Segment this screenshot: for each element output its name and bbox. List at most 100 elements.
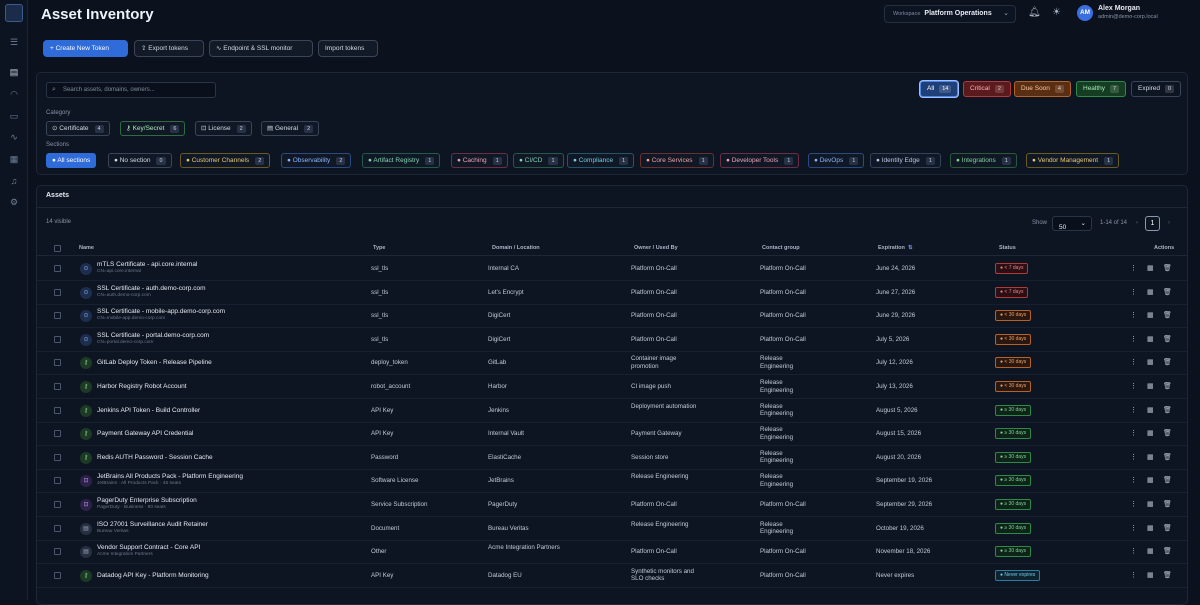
more-options-icon[interactable]: ⋮ <box>1130 571 1137 579</box>
import-tokens-button[interactable]: Import tokens <box>318 40 378 57</box>
table-row[interactable]: ⚷ GitLab Deploy Token - Release Pipeline d… <box>37 351 1187 376</box>
trash-icon[interactable]: 🗑︎ <box>1163 406 1172 414</box>
trash-icon[interactable]: 🗑︎ <box>1163 500 1172 508</box>
asset-name[interactable]: Vendor Support Contract - Core API <box>97 544 200 551</box>
more-options-icon[interactable]: ⋮ <box>1130 335 1137 343</box>
table-row[interactable]: ▤ Vendor Support Contract - Core API Acme … <box>37 540 1187 565</box>
col-domain[interactable]: Domain / Location <box>492 245 540 251</box>
trash-icon[interactable]: 🗑︎ <box>1163 524 1172 532</box>
archive-icon[interactable]: ▦ <box>8 153 20 165</box>
row-checkbox[interactable] <box>54 383 61 390</box>
asset-name[interactable]: Redis AUTH Password - Session Cache <box>97 454 213 461</box>
asset-name[interactable]: GitLab Deploy Token - Release Pipeline <box>97 359 212 366</box>
workspace-select[interactable]: Workspace Platform Operations ⌄ <box>884 5 1016 23</box>
activity-icon[interactable]: ∿ <box>8 131 20 143</box>
status-filter-all[interactable]: All 14 <box>920 81 959 97</box>
trash-icon[interactable]: 🗑︎ <box>1163 547 1172 555</box>
row-checkbox[interactable] <box>54 265 61 272</box>
trash-icon[interactable]: 🗑︎ <box>1163 335 1172 343</box>
trash-icon[interactable]: 🗑︎ <box>1163 571 1172 579</box>
calendar-icon[interactable]: ▦ <box>1147 500 1154 508</box>
category-chip-certificate[interactable]: ⊙ Certificate 4 <box>46 121 110 136</box>
row-checkbox[interactable] <box>54 453 61 461</box>
asset-name[interactable]: Jenkins API Token - Build Controller <box>97 407 200 414</box>
calendar-icon[interactable]: ▦ <box>1147 547 1154 555</box>
book-icon[interactable]: ▭ <box>8 110 20 122</box>
more-options-icon[interactable]: ⋮ <box>1130 264 1137 272</box>
more-options-icon[interactable]: ⋮ <box>1130 547 1137 555</box>
row-checkbox[interactable] <box>54 548 61 556</box>
calendar-icon[interactable]: ▦ <box>1147 264 1154 272</box>
col-expiration[interactable]: Expiration <box>878 245 905 251</box>
section-chip-artifact-registry[interactable]: ● Artifact Registry 1 <box>362 153 441 168</box>
more-options-icon[interactable]: ⋮ <box>1130 476 1137 484</box>
calendar-icon[interactable]: ▦ <box>1147 311 1154 319</box>
row-checkbox[interactable] <box>54 288 61 296</box>
more-options-icon[interactable]: ⋮ <box>1130 500 1137 508</box>
table-row[interactable]: ⊙ SSL Certificate - auth.demo-corp.com CN=… <box>37 281 1187 305</box>
page-button-1[interactable]: 1 <box>1145 216 1160 231</box>
database-icon[interactable]: ▤ <box>8 66 20 78</box>
section-chip-integrations[interactable]: ● Integrations 1 <box>950 153 1017 168</box>
table-row[interactable]: ⊙ SSL Certificate - portal.demo-corp.com C… <box>37 328 1187 352</box>
status-filter-healthy[interactable]: Healthy 7 <box>1076 81 1127 97</box>
trash-icon[interactable]: 🗑︎ <box>1163 264 1172 272</box>
asset-name[interactable]: SSL Certificate - auth.demo-corp.com <box>97 285 206 292</box>
row-checkbox[interactable] <box>54 430 61 438</box>
gauge-icon[interactable]: ◠ <box>8 88 20 100</box>
prev-page-icon[interactable]: ‹ <box>1136 220 1138 226</box>
table-row[interactable]: ▤ ISO 27001 Surveillance Audit Retainer Bu… <box>37 517 1187 541</box>
theme-sun-icon[interactable]: ☀ <box>1052 7 1061 18</box>
row-checkbox[interactable] <box>54 571 61 579</box>
section-chip-caching[interactable]: ● Caching 1 <box>451 153 508 168</box>
section-chip-core-services[interactable]: ● Core Services 1 <box>640 153 714 168</box>
section-chip-all[interactable]: ● All sections <box>46 153 97 168</box>
section-chip-devops[interactable]: ● DevOps 1 <box>808 153 865 168</box>
more-options-icon[interactable]: ⋮ <box>1130 453 1137 461</box>
col-status[interactable]: Status <box>999 245 1016 251</box>
row-checkbox[interactable] <box>54 501 61 508</box>
create-token-button[interactable]: + Create New Token <box>43 40 128 57</box>
asset-name[interactable]: SSL Certificate - portal.demo-corp.com <box>97 332 209 339</box>
trash-icon[interactable]: 🗑︎ <box>1163 429 1172 437</box>
notification-bell-icon[interactable]: 🔔︎ <box>1028 7 1041 18</box>
table-row[interactable]: ⊙ SSL Certificate - mobile-app.demo-corp.… <box>37 304 1187 329</box>
calendar-icon[interactable]: ▦ <box>1147 288 1154 296</box>
row-checkbox[interactable] <box>54 406 61 414</box>
asset-name[interactable]: Payment Gateway API Credential <box>97 430 193 437</box>
calendar-icon[interactable]: ▦ <box>1147 524 1154 532</box>
status-filter-expired[interactable]: Expired 0 <box>1131 81 1182 97</box>
section-chip-no-section[interactable]: ● No section 0 <box>108 153 172 168</box>
asset-name[interactable]: ISO 27001 Surveillance Audit Retainer <box>97 521 208 528</box>
trash-icon[interactable]: 🗑︎ <box>1163 453 1172 461</box>
page-size-select[interactable]: 50 ⌄ <box>1052 216 1092 231</box>
row-checkbox[interactable] <box>54 524 61 532</box>
category-chip-license[interactable]: ⊡ License 2 <box>195 121 252 136</box>
row-checkbox[interactable] <box>54 477 61 485</box>
calendar-icon[interactable]: ▦ <box>1147 382 1154 390</box>
asset-name[interactable]: PagerDuty Enterprise Subscription <box>97 497 197 504</box>
col-name[interactable]: Name <box>79 245 94 251</box>
section-chip-ci-cd[interactable]: ● CI/CD 1 <box>513 153 564 168</box>
trash-icon[interactable]: 🗑︎ <box>1163 476 1172 484</box>
table-row[interactable]: ⚷ Payment Gateway API Credential API Key In… <box>37 422 1187 447</box>
status-filter-due-soon[interactable]: Due Soon 4 <box>1014 81 1071 97</box>
menu-icon[interactable]: ☰ <box>8 36 20 48</box>
export-tokens-button[interactable]: ⇪ Export tokens <box>134 40 204 57</box>
trash-icon[interactable]: 🗑︎ <box>1163 288 1172 296</box>
table-row[interactable]: ⚷ Jenkins API Token - Build Controller API… <box>37 399 1187 423</box>
calendar-icon[interactable]: ▦ <box>1147 335 1154 343</box>
asset-name[interactable]: SSL Certificate - mobile-app.demo-corp.c… <box>97 308 225 315</box>
table-row[interactable]: ⊡ JetBrains All Products Pack - Platform … <box>37 469 1187 494</box>
select-all-checkbox[interactable] <box>54 245 61 252</box>
sort-arrow-icon[interactable]: ⇅ <box>908 245 913 251</box>
more-options-icon[interactable]: ⋮ <box>1130 288 1137 296</box>
more-options-icon[interactable]: ⋮ <box>1130 382 1137 390</box>
search-input[interactable]: ⌕ Search assets, domains, owners... <box>46 82 216 98</box>
calendar-icon[interactable]: ▦ <box>1147 429 1154 437</box>
calendar-icon[interactable]: ▦ <box>1147 476 1154 484</box>
status-filter-critical[interactable]: Critical 2 <box>963 81 1011 97</box>
table-row[interactable]: ⚷ Datadog API Key - Platform Monitoring AP… <box>37 564 1187 588</box>
asset-name[interactable]: Datadog API Key - Platform Monitoring <box>97 572 209 579</box>
table-row[interactable]: ⊙ mTLS Certificate - api.core.internal CN=… <box>37 257 1187 281</box>
